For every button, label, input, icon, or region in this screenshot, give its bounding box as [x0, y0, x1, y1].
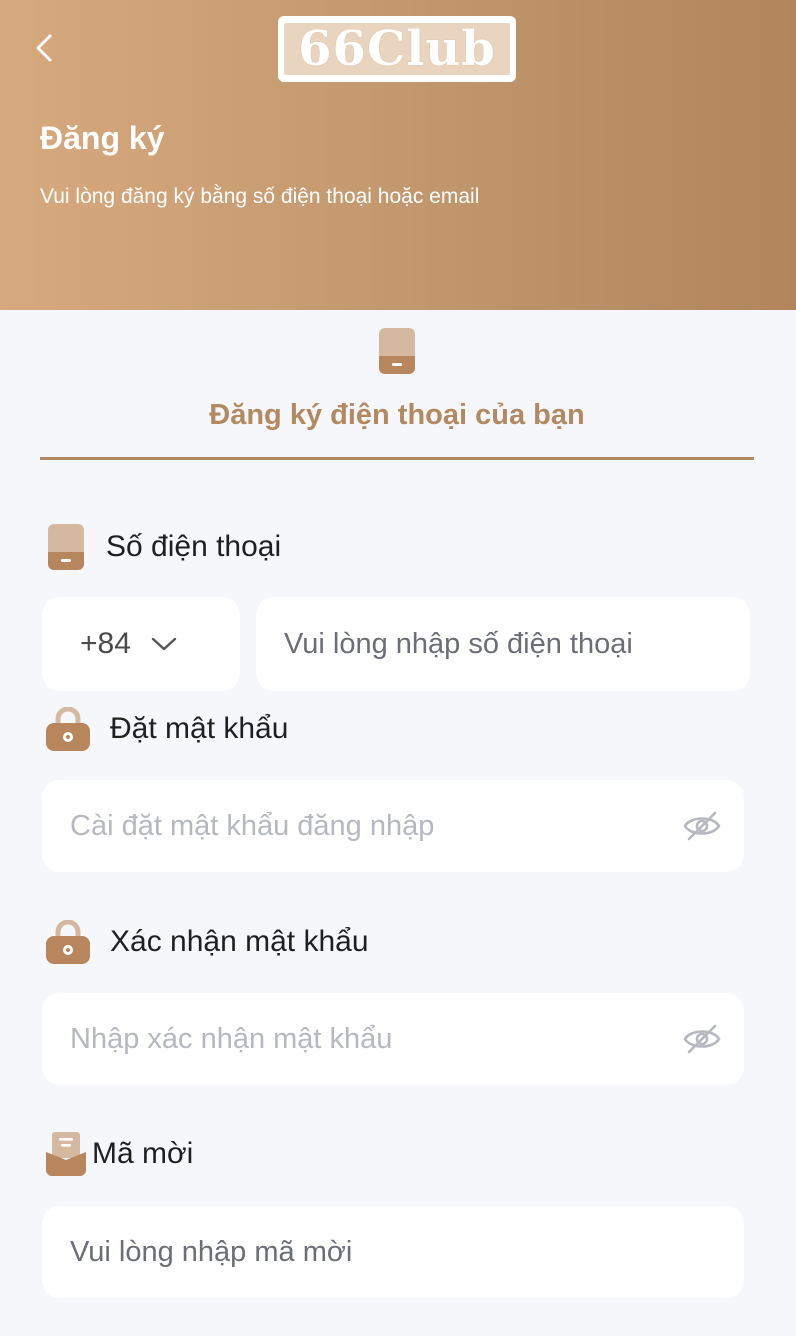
confirm-password-label-text: Xác nhận mật khẩu: [110, 925, 369, 958]
back-button[interactable]: [26, 28, 62, 68]
password-label: Đặt mật khẩu: [46, 707, 288, 751]
invite-code-label: Mã mời: [46, 1132, 193, 1176]
confirm-password-input[interactable]: [70, 1022, 682, 1056]
page-title: Đăng ký: [40, 120, 165, 156]
lock-icon: [46, 707, 90, 751]
page-subtitle: Vui lòng đăng ký bằng số điện thoại hoặc…: [40, 185, 480, 208]
phone-label: Số điện thoại: [46, 524, 281, 570]
phone-icon: [46, 524, 86, 570]
country-code-value: +84: [80, 627, 131, 660]
lock-icon: [46, 920, 90, 964]
chevron-down-icon: [151, 636, 177, 652]
chevron-left-icon: [36, 34, 52, 62]
tab-phone-register[interactable]: Đăng ký điện thoại của bạn: [40, 326, 754, 460]
invite-code-label-text: Mã mời: [92, 1137, 194, 1170]
invitation-icon: [46, 1132, 86, 1176]
password-label-text: Đặt mật khẩu: [110, 712, 289, 745]
confirm-password-input-box: [42, 993, 744, 1085]
phone-label-text: Số điện thoại: [106, 530, 282, 563]
logo-text: 66Club: [284, 21, 510, 77]
eye-off-icon[interactable]: [682, 1019, 722, 1059]
phone-icon: [379, 328, 415, 379]
invite-code-input-box: [42, 1206, 744, 1298]
phone-input-box: [256, 597, 750, 691]
tab-label: Đăng ký điện thoại của bạn: [209, 399, 585, 431]
eye-off-icon[interactable]: [682, 806, 722, 846]
logo: 66Club: [278, 16, 516, 82]
header: 66Club Đăng ký Vui lòng đăng ký bằng số …: [0, 0, 796, 310]
confirm-password-label: Xác nhận mật khẩu: [46, 920, 369, 964]
invite-code-input[interactable]: [70, 1235, 722, 1269]
password-input[interactable]: [70, 809, 682, 843]
phone-input[interactable]: [284, 627, 750, 661]
password-input-box: [42, 780, 744, 872]
country-code-select[interactable]: +84: [42, 597, 240, 691]
